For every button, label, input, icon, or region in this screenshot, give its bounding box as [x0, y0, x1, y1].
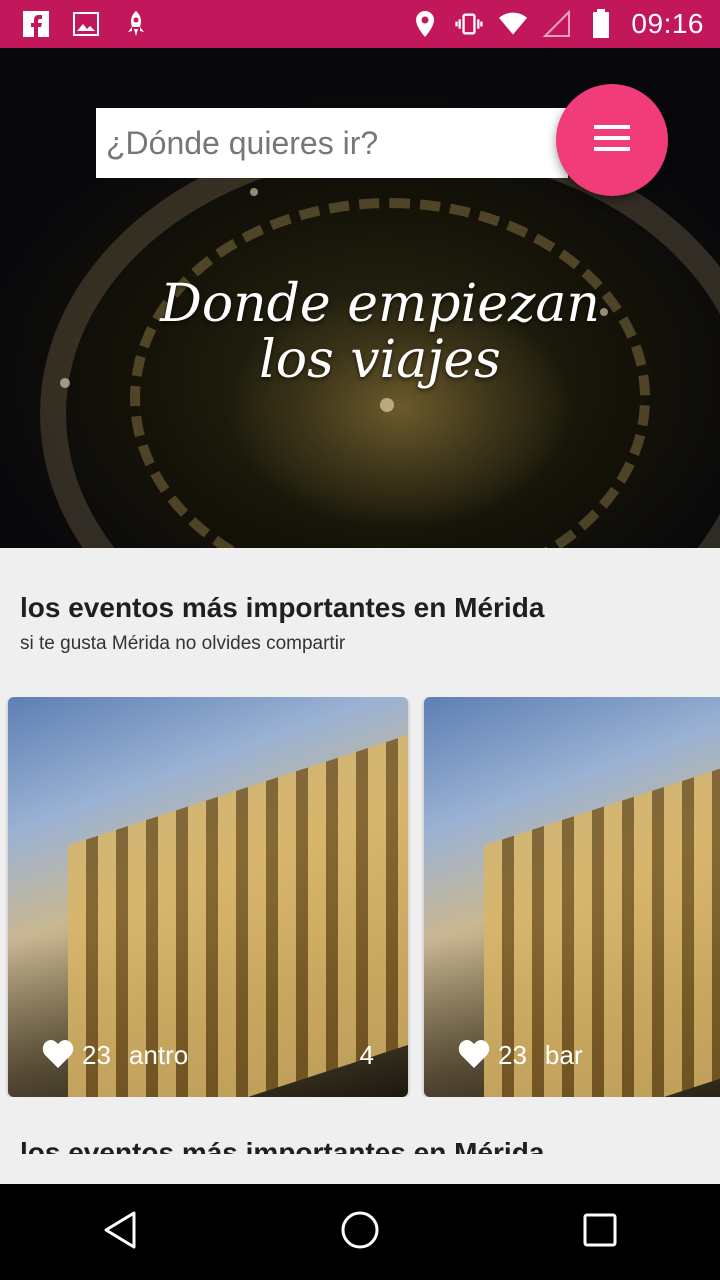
event-extra-count: 4 [359, 1039, 374, 1070]
image-icon [72, 10, 100, 38]
facebook-icon [22, 10, 50, 38]
status-bar: 09:16 [0, 0, 720, 48]
event-card-footer: 23 bar [458, 1039, 720, 1071]
navigation-bar [0, 1184, 720, 1280]
like-count: 23 [82, 1039, 111, 1070]
rocket-icon [122, 10, 150, 38]
section-title-2: los eventos más importantes en Mérida [20, 1137, 545, 1154]
hero-light [250, 188, 258, 196]
search-box[interactable] [96, 108, 568, 178]
event-carousel[interactable]: 23 antro 4 23 bar [0, 697, 720, 1097]
hero-tagline-line1: Donde empiezan [160, 274, 600, 334]
home-button[interactable] [330, 1202, 390, 1262]
home-icon [340, 1210, 380, 1255]
location-icon [411, 10, 439, 38]
heart-icon[interactable] [458, 1039, 490, 1071]
recents-icon [583, 1213, 617, 1252]
section-title: los eventos más importantes en Mérida [20, 592, 545, 623]
hero-light [60, 378, 70, 388]
event-category: antro [128, 1039, 189, 1070]
event-card[interactable]: 23 antro 4 [8, 697, 408, 1097]
status-time: 09:16 [631, 8, 704, 39]
recents-button[interactable] [570, 1202, 630, 1262]
heart-icon[interactable] [42, 1039, 74, 1071]
section-subtitle: si te gusta Mérida no olvides compartir [20, 633, 346, 654]
menu-button[interactable] [556, 84, 668, 196]
like-count: 23 [498, 1039, 527, 1070]
wifi-icon [499, 10, 528, 38]
battery-icon [587, 9, 615, 38]
back-icon [102, 1210, 138, 1255]
hero-tagline: Donde empiezan los viajes [150, 276, 610, 388]
event-category: bar [544, 1039, 583, 1070]
hero-light [380, 398, 394, 412]
event-card-footer: 23 antro 4 [42, 1039, 374, 1071]
vibrate-icon [455, 10, 484, 38]
hamburger-menu-icon [594, 124, 630, 156]
back-button[interactable] [90, 1202, 150, 1262]
search-input[interactable] [104, 123, 568, 163]
signal-icon [543, 10, 571, 38]
hero-tagline-line2: los viajes [259, 330, 501, 390]
event-card[interactable]: 23 bar [424, 697, 720, 1097]
